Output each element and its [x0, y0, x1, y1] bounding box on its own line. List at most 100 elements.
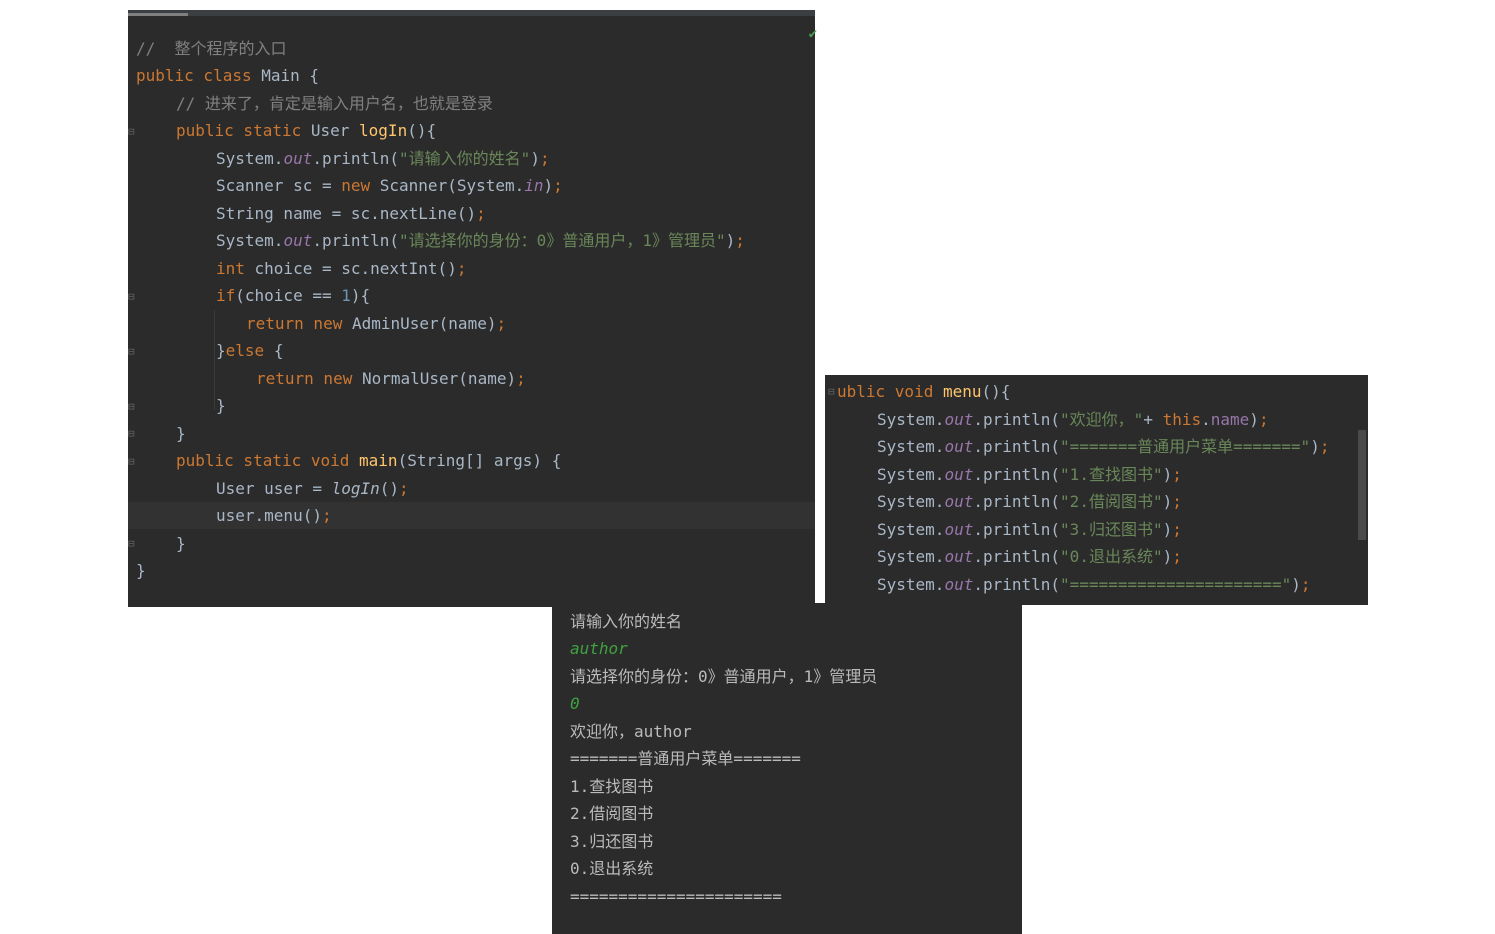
- main-code-editor[interactable]: ✔ ⊟ ⊟ ⊟ ⊟ ⊟ ⊟ ⊟ // 整个程序的入口 public class …: [128, 10, 817, 607]
- fold-icon[interactable]: ⊟: [128, 345, 135, 358]
- console-line: 3.归还图书: [570, 832, 654, 851]
- code-keyword: public class: [136, 66, 262, 85]
- code-line: public static void main(String[] args) {: [176, 447, 561, 474]
- code-semicolon: ;: [1172, 520, 1182, 539]
- code-semicolon: ;: [735, 231, 745, 250]
- run-console[interactable]: 请输入你的姓名 author 请选择你的身份：0》普通用户，1》管理员 0 欢迎…: [552, 603, 1022, 934]
- code-text: .: [1201, 410, 1211, 429]
- code-text: ): [1291, 575, 1301, 594]
- code-line: System.out.println("0.退出系统");: [877, 543, 1182, 570]
- code-string: "1.查找图书": [1060, 465, 1163, 484]
- code-string: "=======普通用户菜单=======": [1060, 437, 1311, 456]
- code-text: choice = sc.nextInt(): [254, 259, 457, 278]
- code-text: ): [725, 231, 736, 250]
- code-text: System.: [877, 547, 945, 566]
- code-text: }: [216, 396, 226, 415]
- fold-icon[interactable]: ⊟: [128, 125, 135, 138]
- code-method-name: logIn: [359, 121, 408, 140]
- console-line: 请输入你的姓名: [570, 612, 683, 631]
- fold-icon[interactable]: ⊟: [128, 400, 135, 413]
- code-semicolon: ;: [321, 506, 332, 525]
- fold-icon[interactable]: ⊟: [828, 385, 835, 398]
- code-text: }: [216, 341, 226, 360]
- code-static-field: out: [283, 149, 313, 168]
- code-line: ublic void menu(){: [837, 378, 1010, 405]
- vertical-scrollbar[interactable]: [1358, 430, 1366, 540]
- code-line: // 进来了，肯定是输入用户名，也就是登录: [176, 90, 493, 117]
- code-line: }else {: [216, 337, 283, 364]
- code-text: (){: [407, 121, 437, 140]
- code-text: Scanner sc =: [216, 176, 342, 195]
- console-line: 2.借阅图书: [570, 804, 654, 823]
- code-keyword: public static: [176, 121, 311, 140]
- code-line: }: [176, 420, 186, 447]
- code-string: "======================": [1060, 575, 1292, 594]
- code-string: "0.退出系统": [1060, 547, 1163, 566]
- code-line: User user = logIn();: [216, 475, 409, 502]
- code-semicolon: ;: [1172, 465, 1182, 484]
- code-string: "2.借阅图书": [1060, 492, 1163, 511]
- code-semicolon: ;: [496, 314, 507, 333]
- fold-icon[interactable]: ⊟: [128, 427, 135, 440]
- code-text: ){: [350, 286, 371, 305]
- code-line: String name = sc.nextLine();: [216, 200, 486, 227]
- code-text: .println(: [973, 437, 1061, 456]
- code-text: Main {: [261, 66, 320, 85]
- code-string: "请输入你的姓名": [399, 149, 531, 168]
- code-text: System.: [877, 520, 945, 539]
- code-line-current: user.menu();: [216, 502, 332, 529]
- console-user-input: 0: [570, 694, 580, 713]
- code-line: }: [216, 392, 226, 419]
- code-text: AdminUser(name): [351, 314, 497, 333]
- console-line: =======普通用户菜单=======: [570, 749, 801, 768]
- code-text: ): [1162, 547, 1173, 566]
- code-static-field: out: [944, 547, 974, 566]
- code-field: name: [1210, 410, 1250, 429]
- code-text: (String[] args) {: [397, 451, 562, 470]
- code-keyword: return new: [256, 369, 362, 388]
- console-line: 欢迎你，author: [570, 722, 692, 741]
- console-user-input: author: [570, 639, 628, 658]
- inspection-ok-icon[interactable]: ✔: [809, 26, 817, 42]
- code-semicolon: ;: [476, 204, 486, 223]
- code-method-name: menu: [942, 382, 982, 401]
- code-static-field: out: [944, 520, 974, 539]
- code-text: .println(: [312, 231, 400, 250]
- code-text: User user =: [216, 479, 332, 498]
- code-text: User: [310, 121, 360, 140]
- code-text: user.menu(): [216, 506, 322, 525]
- code-text: String name = sc.nextLine(): [216, 204, 477, 223]
- code-string: "欢迎你，": [1060, 410, 1144, 429]
- fold-icon[interactable]: ⊟: [128, 455, 135, 468]
- code-line: System.out.println("3.归还图书");: [877, 516, 1182, 543]
- code-semicolon: ;: [1172, 492, 1182, 511]
- code-line: }: [136, 557, 146, 584]
- code-semicolon: ;: [1319, 437, 1330, 456]
- code-line: System.out.println("1.查找图书");: [877, 461, 1182, 488]
- fold-icon[interactable]: ⊟: [128, 537, 135, 550]
- code-text: }: [136, 561, 146, 580]
- code-line: if(choice == 1){: [216, 282, 370, 309]
- code-keyword: public static void: [176, 451, 360, 470]
- code-static-field: in: [524, 176, 544, 195]
- code-text: ): [1162, 492, 1173, 511]
- code-text: System.: [877, 410, 945, 429]
- menu-code-editor[interactable]: ⊟ ublic void menu(){ System.out.println(…: [825, 375, 1368, 605]
- code-text: }: [176, 534, 186, 553]
- code-text: +: [1143, 410, 1163, 429]
- code-static-field: out: [944, 410, 974, 429]
- code-keyword: return new: [246, 314, 352, 333]
- code-line: // 整个程序的入口: [136, 35, 287, 62]
- code-text: {: [273, 341, 284, 360]
- fold-icon[interactable]: ⊟: [128, 290, 135, 303]
- code-semicolon: ;: [1258, 410, 1269, 429]
- console-line: 0.退出系统: [570, 859, 654, 878]
- code-static-field: out: [944, 437, 974, 456]
- console-line: 1.查找图书: [570, 777, 654, 796]
- code-text: .println(: [973, 575, 1061, 594]
- code-text: System.: [877, 437, 945, 456]
- code-text: ): [530, 149, 540, 168]
- code-text: ): [1162, 520, 1173, 539]
- code-text: (): [379, 479, 400, 498]
- code-line: public class Main {: [136, 62, 319, 89]
